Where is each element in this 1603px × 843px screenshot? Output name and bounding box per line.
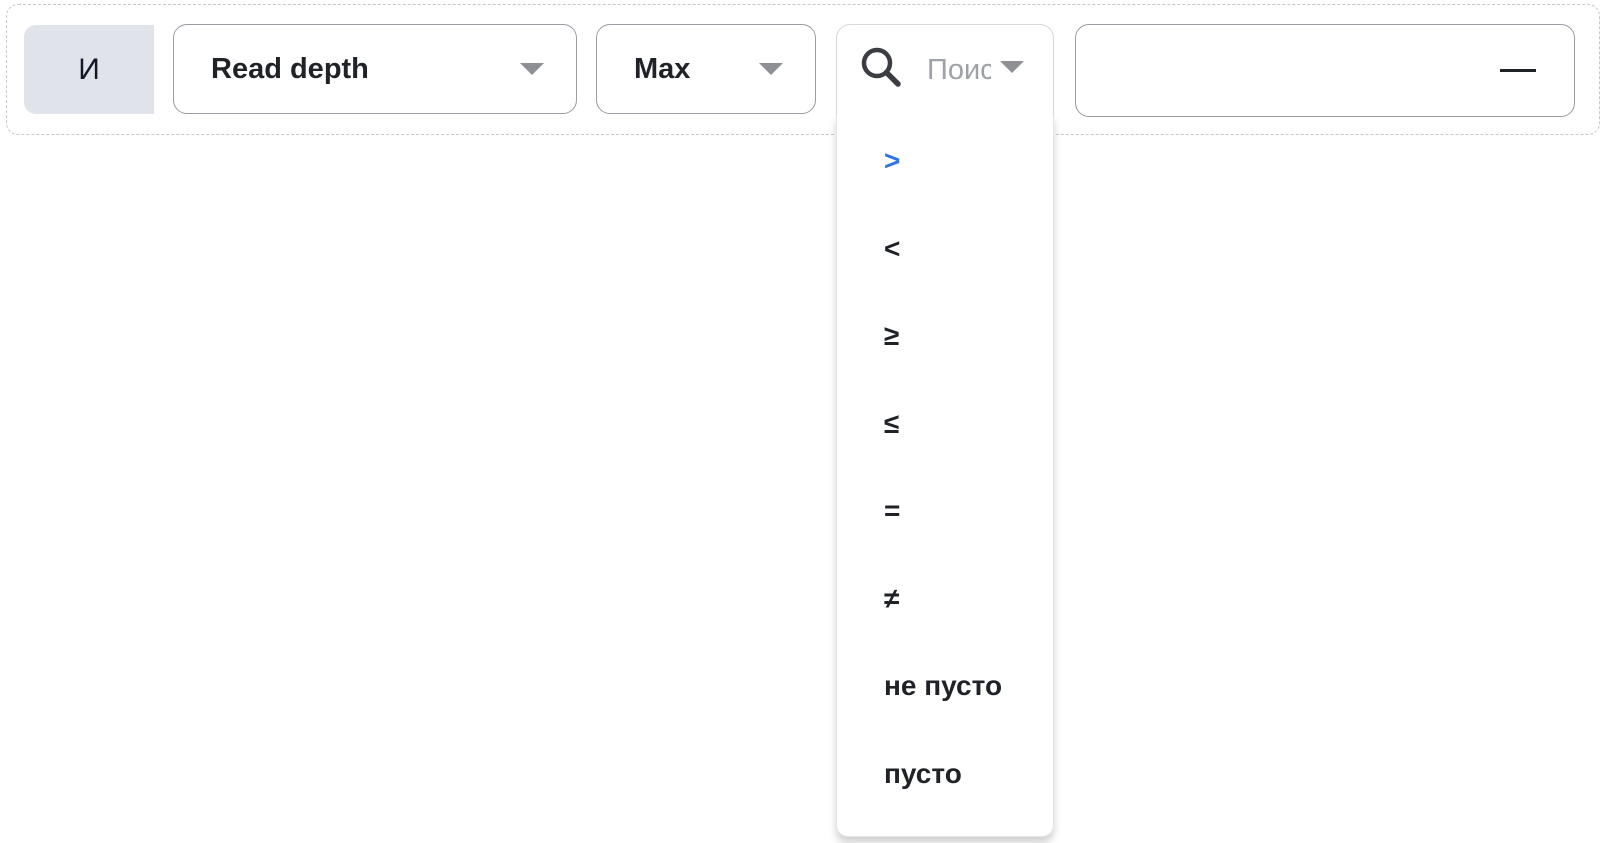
option-greater-than[interactable]: > bbox=[884, 145, 900, 177]
field-select[interactable]: Read depth bbox=[173, 24, 577, 114]
option-less-or-equal[interactable]: ≤ bbox=[884, 408, 899, 440]
chevron-down-icon bbox=[759, 63, 783, 75]
empty-value-dash bbox=[1500, 69, 1536, 72]
value-input[interactable] bbox=[1075, 24, 1575, 117]
option-equal[interactable]: = bbox=[884, 495, 900, 527]
chevron-down-icon[interactable] bbox=[1000, 61, 1024, 73]
operator-search-input[interactable] bbox=[927, 51, 991, 89]
logic-operator-badge[interactable]: И bbox=[24, 25, 154, 114]
operator-select[interactable] bbox=[836, 24, 1054, 116]
chevron-down-icon bbox=[520, 63, 544, 75]
option-not-empty[interactable]: не пусто bbox=[884, 670, 1002, 702]
option-not-equal[interactable]: ≠ bbox=[884, 583, 899, 615]
option-empty[interactable]: пусто bbox=[884, 758, 962, 790]
aggregate-select-value: Max bbox=[634, 52, 691, 85]
operator-dropdown-menu: > < ≥ ≤ = ≠ не пусто пусто bbox=[836, 115, 1054, 837]
field-select-value: Read depth bbox=[211, 52, 369, 85]
option-greater-or-equal[interactable]: ≥ bbox=[884, 320, 899, 352]
logic-operator-label: И bbox=[78, 52, 100, 86]
option-less-than[interactable]: < bbox=[884, 233, 900, 265]
search-icon bbox=[861, 47, 901, 87]
aggregate-select[interactable]: Max bbox=[596, 24, 816, 114]
